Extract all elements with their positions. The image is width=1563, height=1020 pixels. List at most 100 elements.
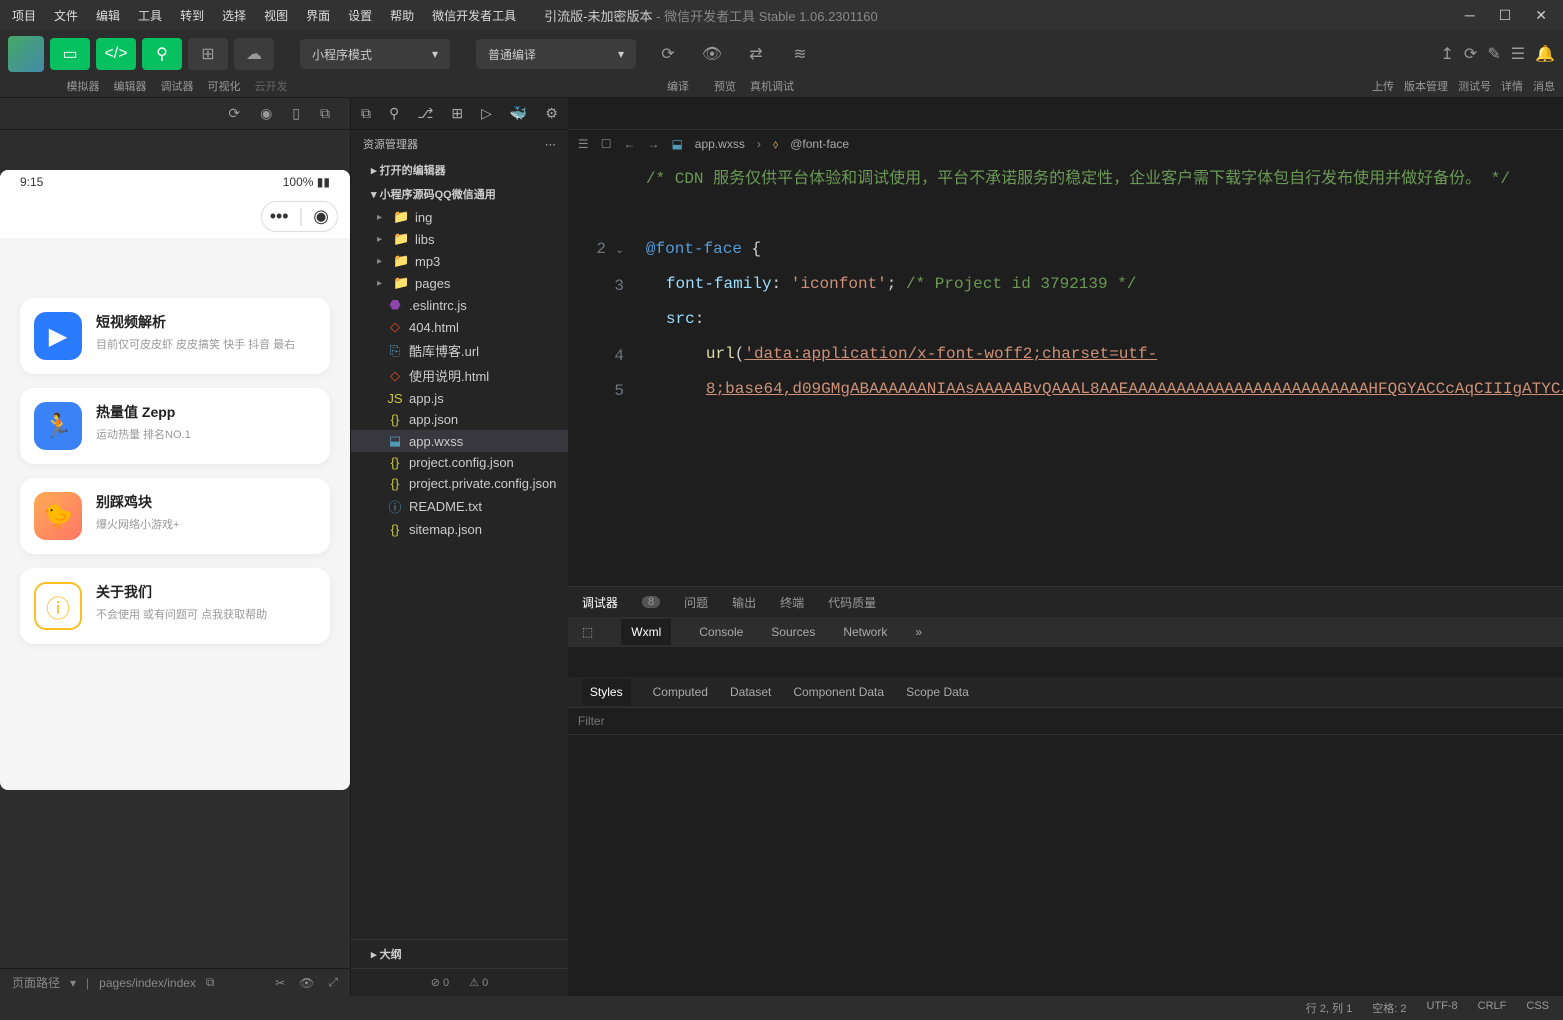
file-url[interactable]: ⎘酷库博客.url [351, 338, 568, 363]
list-icon[interactable]: ☰ [578, 137, 589, 151]
outline-section[interactable]: ▸ 大纲 [351, 939, 568, 968]
file-eslintrc[interactable]: ⬣.eslintrc.js [351, 294, 568, 316]
preview-button[interactable]: 👁 [692, 39, 732, 69]
status-eol[interactable]: CRLF [1478, 1000, 1507, 1016]
menu-devtools[interactable]: 微信开发者工具 [424, 3, 524, 28]
subtab-console[interactable]: Console [699, 625, 743, 639]
folder-mp3[interactable]: ▸📁mp3 [351, 250, 568, 272]
file-404[interactable]: ◇404.html [351, 316, 568, 338]
files-icon[interactable]: ⧉ [361, 105, 371, 122]
project-section[interactable]: ▾ 小程序源码QQ微信通用 [351, 182, 568, 206]
error-count[interactable]: ⊘ 0 [431, 976, 449, 989]
file-readme-html[interactable]: ◇使用说明.html [351, 363, 568, 388]
card-game[interactable]: 🐤 别踩鸡块爆火网络小游戏+ [20, 478, 330, 554]
copy-path-icon[interactable]: ⧉ [206, 975, 215, 990]
inspect-icon[interactable]: ⬚ [582, 625, 593, 639]
refresh-icon[interactable]: ⟳ [228, 105, 240, 122]
menu-edit[interactable]: 编辑 [88, 3, 128, 28]
status-line[interactable]: 行 2, 列 1 [1306, 1000, 1352, 1016]
layers-button[interactable]: ≋ [780, 39, 820, 69]
card-video[interactable]: ▶ 短视频解析目前仅可皮皮虾 皮皮搞笑 快手 抖音 最右 [20, 298, 330, 374]
menu-tool[interactable]: 工具 [130, 3, 170, 28]
file-appjson[interactable]: {}app.json [351, 409, 568, 430]
tab-computed[interactable]: Computed [653, 685, 708, 699]
menu-help[interactable]: 帮助 [382, 3, 422, 28]
scissors-icon[interactable]: ✂ [275, 976, 285, 990]
message-button[interactable]: 🔔 [1535, 44, 1555, 64]
menu-settings[interactable]: 设置 [340, 3, 380, 28]
avatar[interactable] [8, 36, 44, 72]
remote-debug-button[interactable]: ⇄ [736, 39, 776, 69]
stop-icon[interactable]: ◉ [260, 105, 272, 122]
file-appjs[interactable]: JSapp.js [351, 388, 568, 409]
eye-icon[interactable]: 👁 [299, 976, 314, 990]
copy-icon[interactable]: ⧉ [320, 105, 330, 122]
card-zepp[interactable]: 🏃 热量值 Zepp运动热量 排名NO.1 [20, 388, 330, 464]
status-lang[interactable]: CSS [1526, 1000, 1549, 1016]
ext-icon[interactable]: ⊞ [451, 105, 463, 122]
file-projectprivate[interactable]: {}project.private.config.json [351, 473, 568, 494]
folder-pages[interactable]: ▸📁pages [351, 272, 568, 294]
tab-quality[interactable]: 代码质量 [828, 594, 876, 611]
editor-toggle[interactable]: </> [96, 38, 136, 70]
capsule-button[interactable]: •••|◉ [261, 201, 338, 232]
docker-icon[interactable]: 🐳 [510, 105, 527, 122]
status-spaces[interactable]: 空格: 2 [1372, 1000, 1406, 1016]
forward-icon[interactable]: → [647, 137, 659, 151]
simulator-toggle[interactable]: ▭ [50, 38, 90, 70]
compile-select[interactable]: 普通编译▾ [476, 39, 636, 69]
subtab-sources[interactable]: Sources [771, 625, 815, 639]
cloud-toggle[interactable]: ☁ [234, 38, 274, 70]
chevron-down-icon[interactable]: ▾ [70, 976, 76, 990]
menu-file[interactable]: 文件 [46, 3, 86, 28]
menu-goto[interactable]: 转到 [172, 3, 212, 28]
folder-libs[interactable]: ▸📁libs [351, 228, 568, 250]
menu-project[interactable]: 项目 [4, 3, 44, 28]
code-content[interactable]: /* CDN 服务仅供平台体验和调试使用，平台不承诺服务的稳定性，企业客户需下载… [638, 158, 1563, 586]
subtab-wxml[interactable]: Wxml [621, 619, 671, 645]
menu-ui[interactable]: 界面 [298, 3, 338, 28]
maximize-button[interactable]: ☐ [1499, 7, 1512, 24]
status-encoding[interactable]: UTF-8 [1426, 1000, 1457, 1016]
tab-output[interactable]: 输出 [732, 594, 756, 611]
tab-terminal[interactable]: 终端 [780, 594, 804, 611]
open-editors-section[interactable]: ▸ 打开的编辑器 [351, 158, 568, 182]
tab-styles[interactable]: Styles [582, 679, 631, 705]
tab-component[interactable]: Component Data [793, 685, 884, 699]
device-icon[interactable]: ▯ [292, 105, 300, 122]
menu-view[interactable]: 视图 [256, 3, 296, 28]
expand-icon[interactable]: ⤢ [328, 975, 338, 990]
version-button[interactable]: ⟳ [1464, 44, 1477, 64]
tab-problems[interactable]: 问题 [684, 594, 708, 611]
warning-count[interactable]: ⚠ 0 [469, 976, 488, 989]
tab-scope[interactable]: Scope Data [906, 685, 969, 699]
tab-debugger[interactable]: 调试器 [582, 594, 618, 611]
card-about[interactable]: ⓘ 关于我们不会使用 或有问题可 点我获取帮助 [20, 568, 330, 644]
file-sitemap[interactable]: {}sitemap.json [351, 519, 568, 540]
folder-ing[interactable]: ▸📁ing [351, 206, 568, 228]
settings-icon[interactable]: ⚙ [545, 105, 558, 122]
search-icon[interactable]: ⚲ [389, 105, 399, 122]
filter-input[interactable] [578, 714, 1563, 728]
file-projectconfig[interactable]: {}project.config.json [351, 452, 568, 473]
breadcrumb-file[interactable]: app.wxss [695, 137, 745, 151]
file-readme[interactable]: ⓘREADME.txt [351, 494, 568, 519]
compile-button[interactable]: ⟳ [648, 39, 688, 69]
debug-icon[interactable]: ▷ [481, 105, 492, 122]
overflow-icon[interactable]: » [915, 625, 922, 639]
debugger-toggle[interactable]: ⚲ [142, 38, 182, 70]
upload-button[interactable]: ↥ [1441, 44, 1454, 64]
breadcrumb-symbol[interactable]: @font-face [790, 137, 849, 151]
git-icon[interactable]: ⎇ [417, 105, 433, 122]
mode-select[interactable]: 小程序模式▾ [300, 39, 450, 69]
bookmark-icon[interactable]: ☐ [601, 137, 612, 151]
tab-dataset[interactable]: Dataset [730, 685, 771, 699]
code-editor[interactable]: 2 ⌄ 3 45 /* CDN 服务仅供平台体验和调试使用，平台不承诺服务的稳定… [568, 158, 1563, 586]
more-icon[interactable]: ⋯ [545, 138, 556, 151]
visual-toggle[interactable]: ⊞ [188, 38, 228, 70]
detail-button[interactable]: ☰ [1511, 44, 1525, 64]
close-button[interactable]: ✕ [1535, 7, 1547, 24]
subtab-network[interactable]: Network [843, 625, 887, 639]
test-button[interactable]: ✎ [1487, 44, 1500, 64]
minimize-button[interactable]: ─ [1465, 7, 1475, 24]
